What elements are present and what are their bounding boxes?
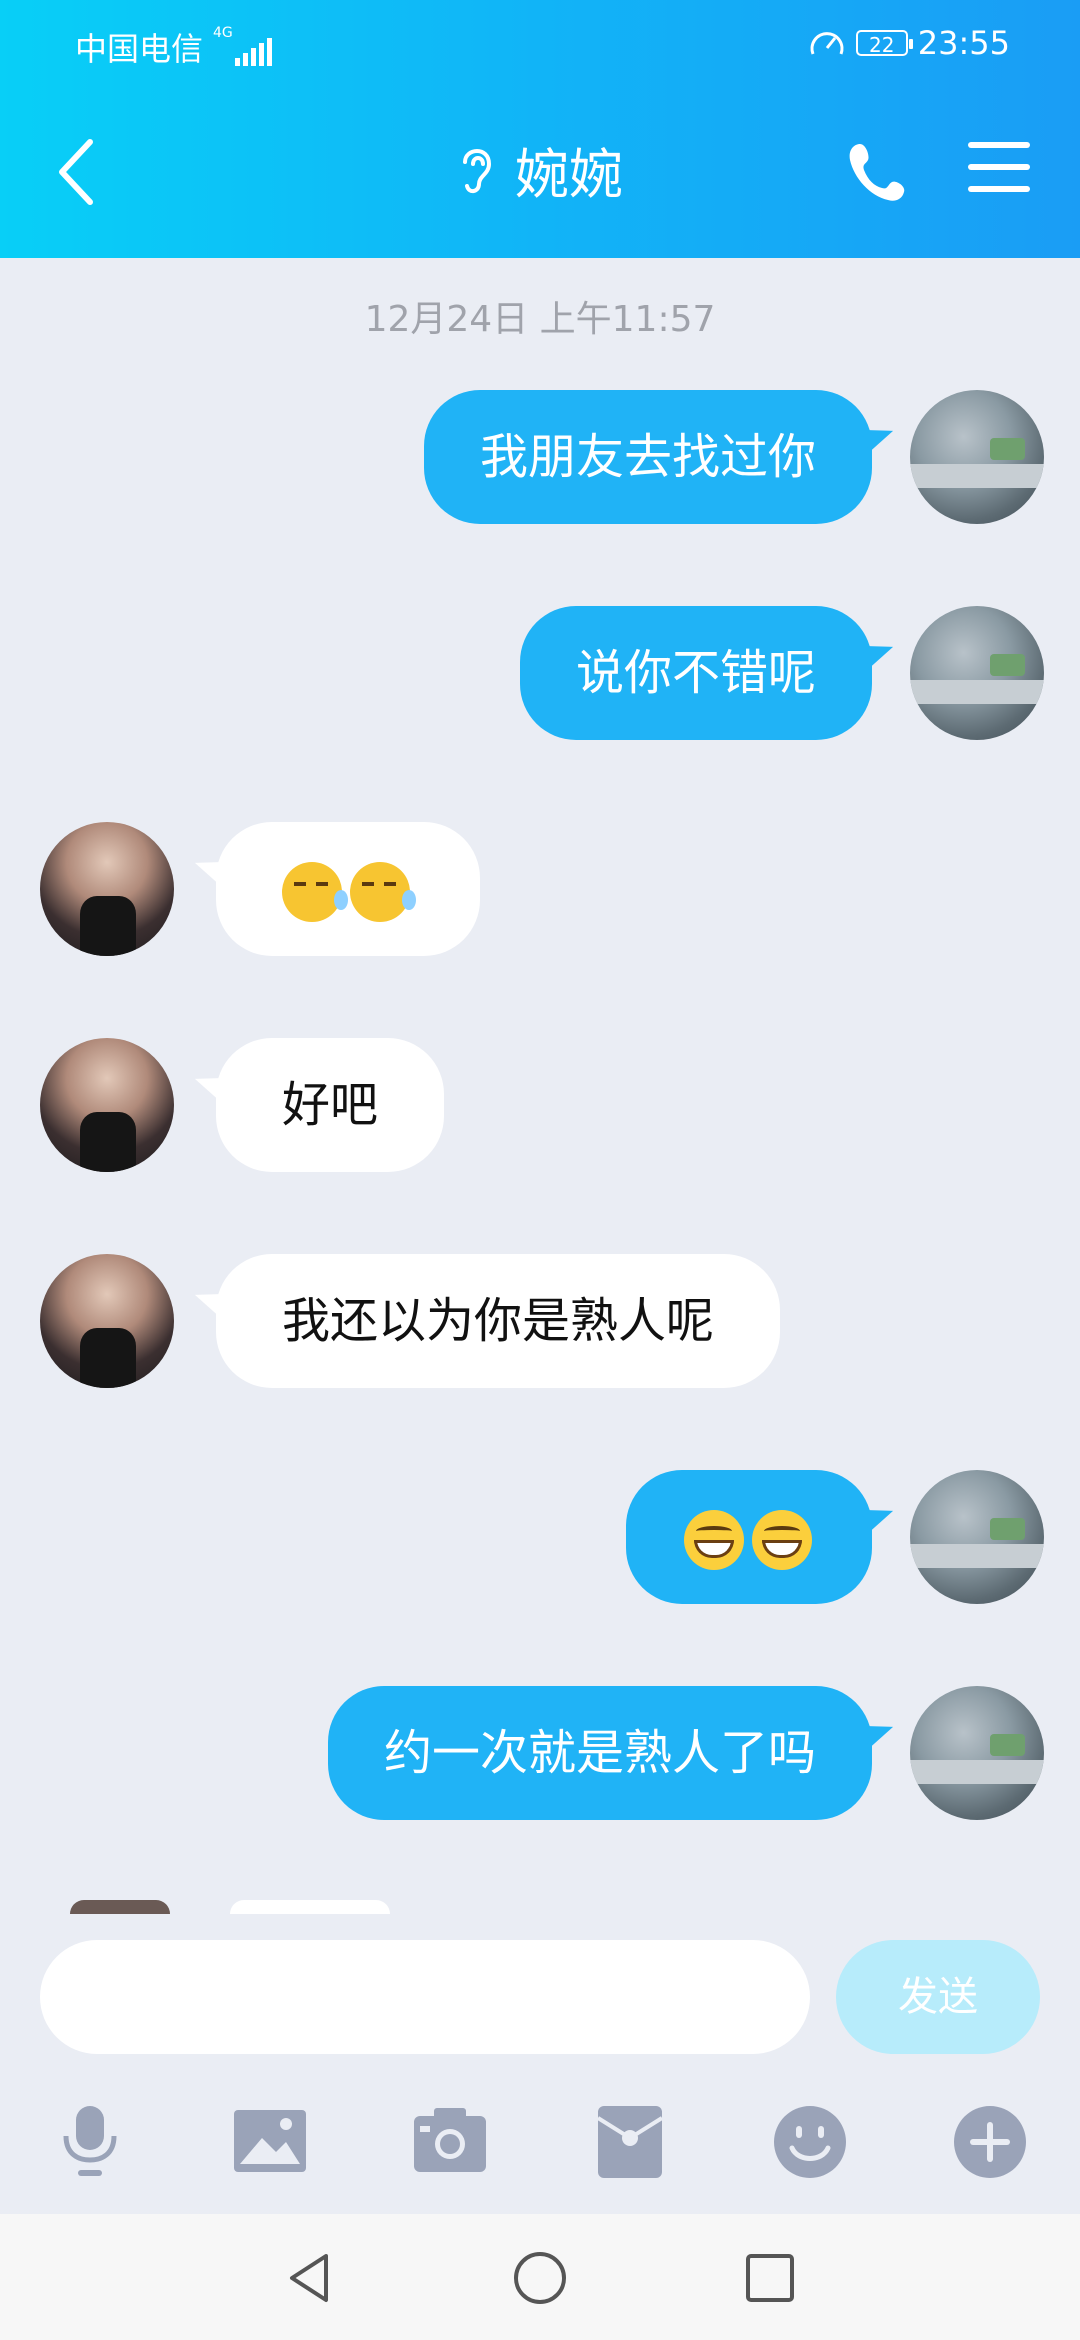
emoji-icon[interactable] xyxy=(770,2102,850,2182)
menu-button[interactable] xyxy=(968,142,1030,200)
message-bubble-incoming[interactable] xyxy=(216,822,480,956)
camera-icon[interactable] xyxy=(410,2102,490,2182)
menu-icon-bar xyxy=(968,142,1030,148)
carrier-label: 中国电信 xyxy=(75,30,204,68)
menu-icon-bar xyxy=(968,164,1030,170)
sly-sweat-emoji xyxy=(350,862,416,922)
network-type-label: 4G xyxy=(213,25,233,41)
battery-icon: 22 xyxy=(855,30,913,57)
signal-icon xyxy=(235,28,275,66)
menu-icon-bar xyxy=(968,186,1030,192)
call-button[interactable] xyxy=(846,140,906,204)
message-bubble-incoming[interactable]: 我还以为你是熟人呢 xyxy=(216,1254,781,1388)
status-bar: 中国电信 4G 22 23:55 xyxy=(75,24,1010,68)
image-icon[interactable] xyxy=(230,2102,310,2182)
data-saver-icon xyxy=(810,32,844,55)
message-input[interactable] xyxy=(40,1940,810,2054)
ear-icon xyxy=(457,140,497,217)
clock: 23:55 xyxy=(917,24,1010,62)
phone-icon xyxy=(849,144,905,201)
contact-avatar-partial xyxy=(70,1900,170,1914)
chat-title: 婉婉 xyxy=(0,140,1080,217)
message-bubble-outgoing[interactable]: 说你不错呢 xyxy=(519,606,872,740)
red-packet-icon[interactable] xyxy=(590,2102,670,2182)
message-bubble-partial xyxy=(230,1900,390,1914)
send-button[interactable]: 发送 xyxy=(836,1940,1040,2054)
grin-emoji xyxy=(684,1510,744,1570)
message-bubble-incoming[interactable]: 好吧 xyxy=(216,1038,445,1172)
chat-header: 中国电信 4G 22 23:55 婉婉 xyxy=(0,0,1080,258)
message-timestamp: 12月24日 上午11:57 xyxy=(364,299,716,340)
microphone-icon[interactable] xyxy=(50,2102,130,2182)
contact-avatar[interactable] xyxy=(40,1254,174,1388)
sly-sweat-emoji xyxy=(282,862,348,922)
system-navigation-bar xyxy=(0,2214,1080,2340)
grin-emoji xyxy=(752,1510,812,1570)
message-bubble-outgoing[interactable]: 我朋友去找过你 xyxy=(423,390,872,524)
plus-icon[interactable] xyxy=(950,2102,1030,2182)
self-avatar[interactable] xyxy=(910,606,1044,740)
composer-toolbar xyxy=(0,2102,1080,2212)
back-triangle-icon[interactable] xyxy=(282,2250,338,2306)
composer: 发送 xyxy=(0,1914,1080,2214)
contact-name: 婉婉 xyxy=(515,143,623,207)
home-circle-icon[interactable] xyxy=(512,2250,568,2306)
self-avatar[interactable] xyxy=(910,1686,1044,1820)
self-avatar[interactable] xyxy=(910,390,1044,524)
contact-avatar[interactable] xyxy=(40,822,174,956)
message-bubble-outgoing[interactable]: 约一次就是熟人了吗 xyxy=(327,1686,872,1820)
message-bubble-outgoing[interactable] xyxy=(626,1470,872,1604)
self-avatar[interactable] xyxy=(910,1470,1044,1604)
recents-square-icon[interactable] xyxy=(742,2250,798,2306)
contact-avatar[interactable] xyxy=(40,1038,174,1172)
